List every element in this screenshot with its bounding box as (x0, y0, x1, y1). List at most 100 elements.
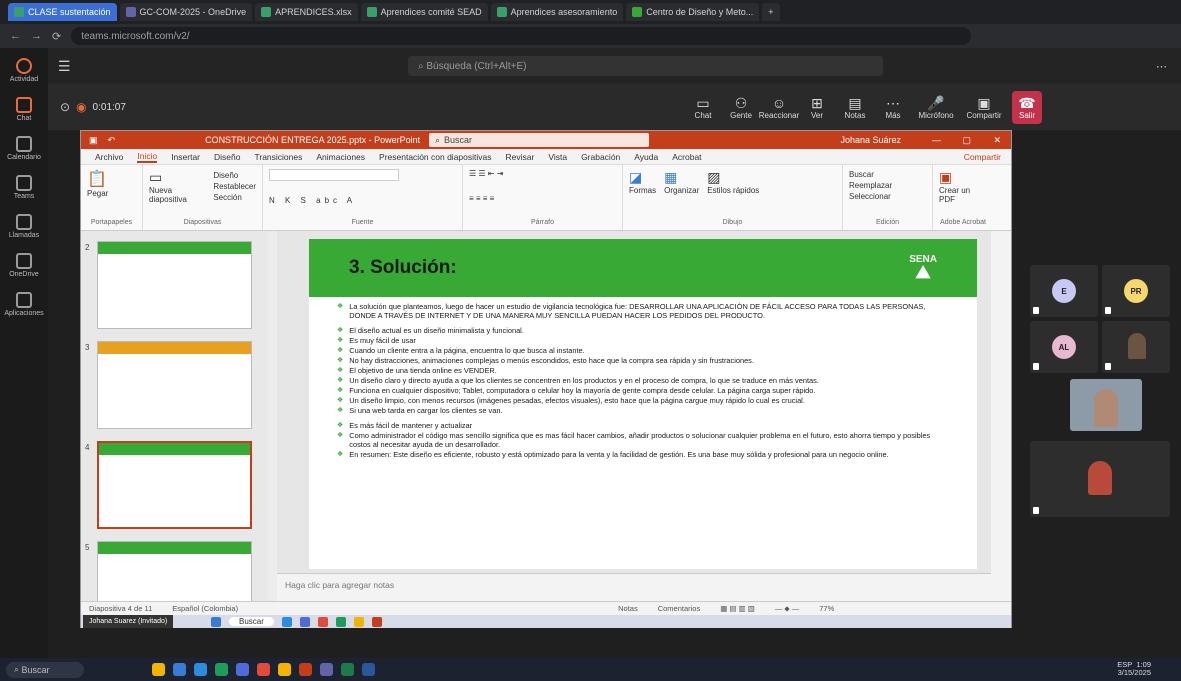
slide-thumbnail[interactable] (97, 341, 252, 429)
browser-tab[interactable]: GC-COM-2025 - OneDrive (119, 3, 253, 21)
widgets-icon[interactable] (152, 663, 165, 676)
paste-button[interactable]: 📋 Pegar (87, 169, 136, 198)
menu-home[interactable]: Inicio (137, 151, 158, 163)
teams-search-input[interactable]: ⌕ Búsqueda (Ctrl+Alt+E) (408, 56, 883, 76)
maximize-icon[interactable]: ▢ (962, 135, 971, 146)
app-icon[interactable] (257, 663, 270, 676)
windows-taskbar: ⌕ Buscar ESP 1:09 3/15/2025 (0, 658, 1181, 681)
forward-icon[interactable]: → (31, 30, 42, 42)
participant-tile[interactable]: E (1030, 265, 1098, 317)
slide-thumbnail-selected[interactable] (97, 441, 252, 529)
section-button[interactable]: Sección (213, 192, 256, 203)
browser-tab[interactable]: APRENDICES.xlsx (255, 3, 358, 21)
browser-tab[interactable]: Aprendices comité SEAD (360, 3, 488, 21)
menu-file[interactable]: Archivo (95, 152, 123, 162)
font-name-field[interactable] (269, 169, 399, 181)
menu-insert[interactable]: Insertar (171, 152, 200, 162)
back-icon[interactable]: ← (10, 30, 21, 42)
participant-tile[interactable]: AL (1030, 321, 1098, 373)
url-field[interactable]: teams.microsoft.com/v2/ (71, 27, 972, 45)
participant-tile[interactable]: PR (1102, 265, 1170, 317)
arrange-button[interactable]: ▦ Organizar (664, 169, 699, 195)
slide-scrollbar[interactable] (991, 231, 1011, 601)
participant-video-tile[interactable] (1030, 441, 1170, 517)
new-tab-button[interactable]: + (762, 3, 780, 21)
list-buttons[interactable]: ☰ ☰ ⇤ ⇥ (469, 169, 616, 178)
teams-icon[interactable] (320, 663, 333, 676)
rail-onedrive[interactable]: OneDrive (9, 253, 39, 278)
more-button[interactable]: ⋯ Más (878, 95, 908, 120)
share-button[interactable]: Compartir (964, 152, 1001, 162)
more-options-icon[interactable]: ⋯ (1156, 60, 1167, 73)
participant-video-tile[interactable] (1070, 379, 1142, 431)
replace-button[interactable]: Reemplazar (849, 180, 926, 191)
rail-chat[interactable]: Chat (16, 97, 32, 122)
windows-search[interactable]: ⌕ Buscar (6, 661, 84, 678)
find-button[interactable]: Buscar (849, 169, 926, 180)
menu-transitions[interactable]: Transiciones (254, 152, 302, 162)
notes-toggle[interactable]: Notas (618, 604, 638, 613)
powerpoint-icon[interactable] (299, 663, 312, 676)
view-button[interactable]: ⊞ Ver (802, 95, 832, 120)
shapes-button[interactable]: ◪ Formas (629, 169, 656, 195)
menu-help[interactable]: Ayuda (634, 152, 658, 162)
ribbon-clipboard: 📋 Pegar Portapapeles (81, 165, 143, 230)
app-icon[interactable] (215, 663, 228, 676)
thumbnail-scrollbar[interactable] (269, 231, 277, 601)
reset-button[interactable]: Restablecer (213, 181, 256, 192)
current-slide[interactable]: 3. Solución: SENA ⛰ ❖ La solución que plan… (309, 239, 977, 569)
windows-start-icon[interactable] (173, 663, 186, 676)
close-icon[interactable]: ✕ (993, 135, 1001, 146)
menu-review[interactable]: Revisar (506, 152, 535, 162)
leave-button[interactable]: ☎ Salir (1012, 90, 1042, 124)
create-pdf-button[interactable]: ▣ Crear un PDF (939, 169, 987, 204)
language-indicator[interactable]: Español (Colombia) (172, 604, 238, 613)
notes-button[interactable]: ▤ Notas (840, 95, 870, 120)
zoom-level[interactable]: 77% (819, 604, 834, 613)
rail-teams[interactable]: Teams (14, 175, 34, 200)
menu-acrobat[interactable]: Acrobat (672, 152, 701, 162)
browser-tab-active[interactable]: CLASE sustentación (8, 3, 117, 21)
excel-icon[interactable] (341, 663, 354, 676)
menu-animations[interactable]: Animaciones (316, 152, 365, 162)
rail-activity[interactable]: Actividad (10, 58, 38, 83)
react-button[interactable]: ☺ Reaccionar (759, 95, 799, 120)
rail-apps[interactable]: Aplicaciones (4, 292, 44, 317)
undo-icon[interactable]: ↶ (108, 135, 116, 146)
menu-slideshow[interactable]: Presentación con diapositivas (379, 152, 491, 162)
edge-icon[interactable] (194, 663, 207, 676)
font-format-buttons[interactable]: N K S abc A (269, 196, 456, 205)
notes-pane[interactable]: Haga clic para agregar notas (277, 573, 991, 601)
people-button[interactable]: ⚇ Gente (726, 95, 756, 120)
comments-toggle[interactable]: Comentarios (658, 604, 701, 613)
zoom-slider[interactable]: — ⬥ — (775, 604, 799, 614)
slide-thumbnail[interactable] (97, 541, 252, 601)
slide-thumbnail[interactable] (97, 241, 252, 329)
view-buttons[interactable]: ▦ ▤ ▥ ▧ (720, 604, 755, 613)
menu-design[interactable]: Diseño (214, 152, 240, 162)
participant-video-tile[interactable] (1102, 321, 1170, 373)
share-button[interactable]: ▣ Compartir (964, 95, 1004, 120)
chat-button[interactable]: ▭ Chat (688, 95, 718, 120)
system-clock[interactable]: ESP 1:09 3/15/2025 (1117, 661, 1151, 677)
align-buttons[interactable]: ≡ ≡ ≡ ≡ (469, 194, 616, 203)
mic-button[interactable]: 🎤 Micrófono (916, 95, 956, 120)
select-button[interactable]: Seleccionar (849, 191, 926, 202)
app-icon[interactable] (236, 663, 249, 676)
save-icon[interactable]: ▣ (89, 135, 98, 146)
minimize-icon[interactable]: — (932, 135, 941, 145)
word-icon[interactable] (362, 663, 375, 676)
layout-button[interactable]: Diseño (213, 170, 256, 181)
menu-icon[interactable]: ☰ (58, 58, 71, 75)
app-icon[interactable] (278, 663, 291, 676)
browser-tab[interactable]: Centro de Diseño y Meto... (626, 3, 760, 21)
reload-icon[interactable]: ⟳ (52, 30, 61, 43)
menu-recording[interactable]: Grabación (581, 152, 620, 162)
rail-calendar[interactable]: Calendario (7, 136, 41, 161)
browser-tab[interactable]: Aprendices asesoramiento (490, 3, 624, 21)
menu-view[interactable]: Vista (548, 152, 567, 162)
new-slide-button[interactable]: ▭ Nueva diapositiva (149, 169, 207, 204)
quick-styles-button[interactable]: ▨ Estilos rápidos (707, 169, 759, 195)
rail-calls[interactable]: Llamadas (9, 214, 39, 239)
ppt-search-box[interactable]: ⌕ Buscar (429, 133, 649, 147)
